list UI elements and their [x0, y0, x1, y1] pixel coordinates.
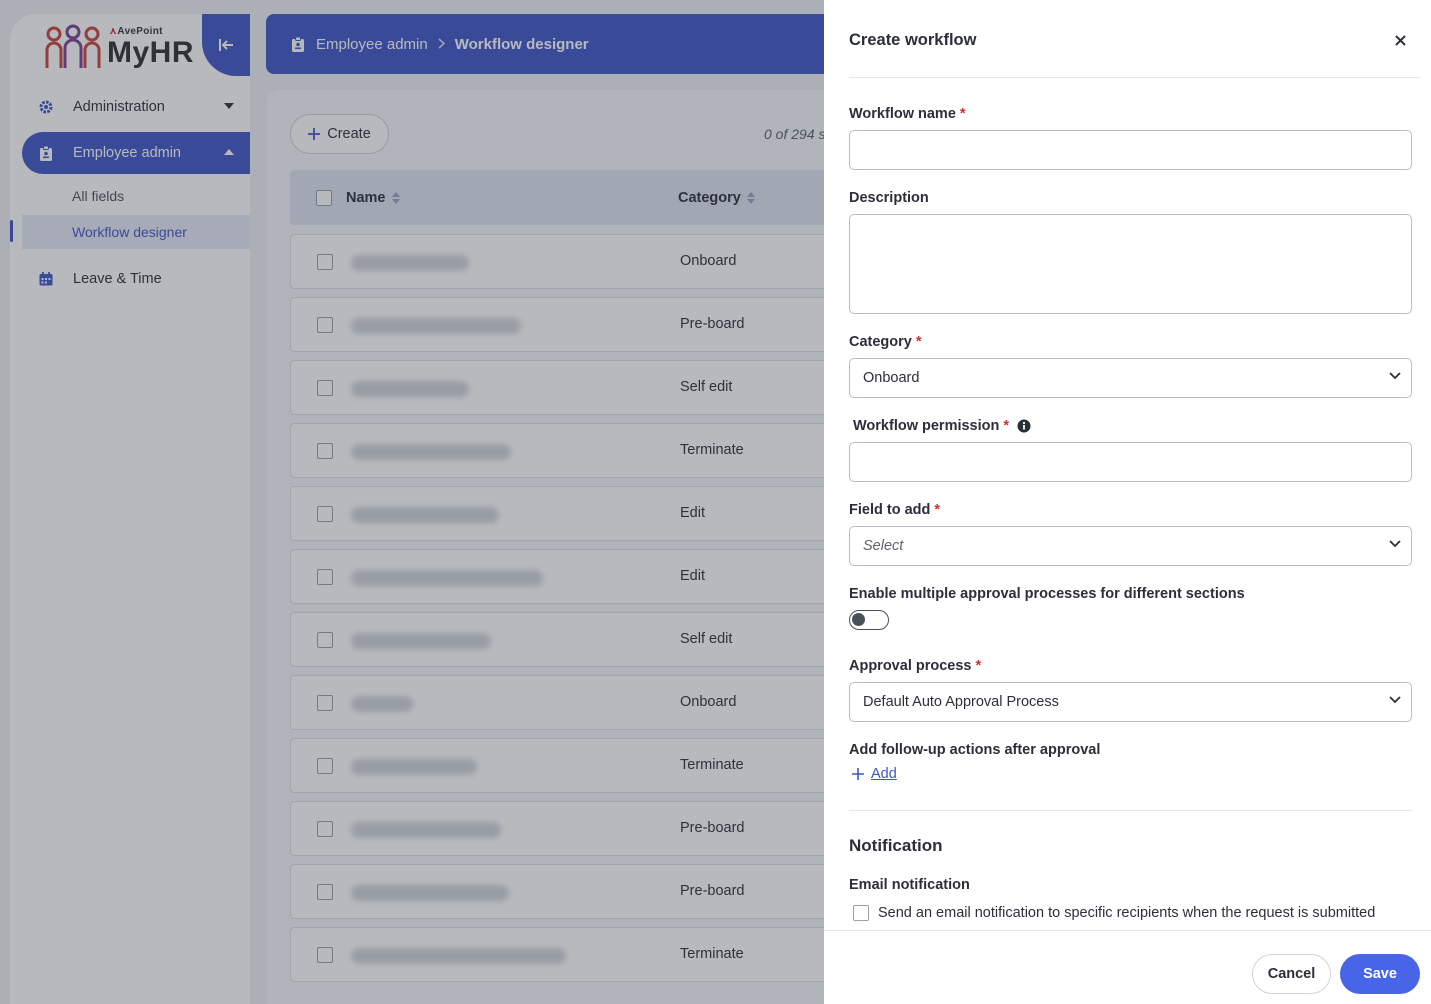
save-button[interactable]: Save — [1340, 954, 1420, 994]
cancel-button[interactable]: Cancel — [1252, 954, 1331, 994]
add-link-label: Add — [871, 766, 897, 782]
description-label: Description — [849, 190, 929, 206]
divider — [849, 77, 1420, 78]
chevron-down-icon — [1389, 372, 1401, 380]
panel-title: Create workflow — [849, 31, 977, 49]
label-text: Description — [849, 190, 929, 206]
multi-approval-toggle[interactable] — [849, 610, 889, 630]
label-text: Category — [849, 334, 912, 350]
description-textarea[interactable] — [849, 214, 1412, 314]
required-mark: * — [934, 502, 941, 518]
workflow-name-input[interactable] — [849, 130, 1412, 170]
required-mark: * — [1003, 418, 1010, 434]
label-text: Field to add — [849, 502, 931, 518]
label-text: Email notification — [849, 877, 970, 893]
chevron-down-icon — [1389, 696, 1401, 704]
label-text: Workflow permission — [853, 418, 1000, 434]
close-icon[interactable] — [1390, 30, 1410, 50]
info-icon[interactable] — [1017, 419, 1031, 433]
create-workflow-panel: Create workflow Workflow name * Descripti… — [824, 0, 1431, 1004]
email-notification-label: Email notification — [849, 877, 970, 893]
workflow-permission-label: Workflow permission * — [853, 418, 1031, 434]
required-mark: * — [959, 106, 966, 122]
required-mark: * — [975, 658, 982, 674]
divider — [849, 810, 1412, 811]
approval-selected-value: Default Auto Approval Process — [863, 694, 1059, 710]
notification-section-title: Notification — [849, 836, 943, 855]
label-text: Add follow-up actions after approval — [849, 742, 1101, 758]
category-selected-value: Onboard — [863, 370, 920, 386]
multi-approval-label: Enable multiple approval processes for d… — [849, 586, 1245, 602]
email-notification-checkbox[interactable] — [853, 905, 869, 921]
approval-process-select[interactable]: Default Auto Approval Process — [849, 682, 1412, 722]
label-text: Approval process — [849, 658, 972, 674]
field-to-add-placeholder: Select — [863, 538, 904, 554]
chevron-down-icon — [1389, 540, 1401, 548]
label-text: Enable multiple approval processes for d… — [849, 586, 1245, 602]
plus-icon — [852, 768, 864, 780]
workflow-name-label: Workflow name * — [849, 106, 966, 122]
category-select[interactable]: Onboard — [849, 358, 1412, 398]
email-checkbox-label: Send an email notification to specific r… — [878, 905, 1376, 921]
field-to-add-label: Field to add * — [849, 502, 940, 518]
add-followup-link[interactable]: Add — [852, 766, 897, 782]
required-mark: * — [915, 334, 922, 350]
email-notification-option[interactable]: Send an email notification to specific r… — [853, 905, 1375, 921]
category-label: Category * — [849, 334, 922, 350]
label-text: Workflow name — [849, 106, 956, 122]
approval-process-label: Approval process * — [849, 658, 981, 674]
divider — [824, 930, 1431, 931]
workflow-permission-input[interactable] — [849, 442, 1412, 482]
toggle-knob — [852, 613, 865, 626]
followup-actions-label: Add follow-up actions after approval — [849, 742, 1100, 758]
field-to-add-select[interactable]: Select — [849, 526, 1412, 566]
